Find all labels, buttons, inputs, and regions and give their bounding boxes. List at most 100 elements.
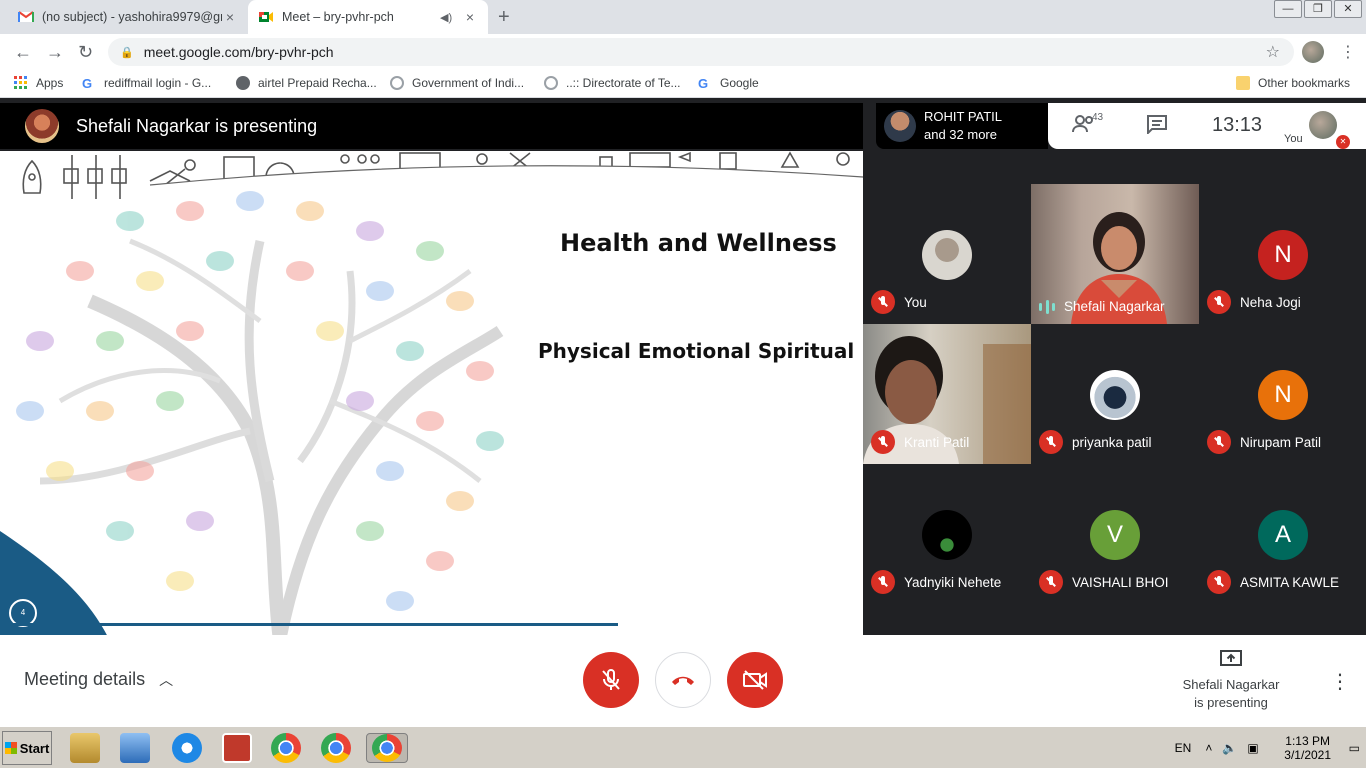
people-count: 43 — [1092, 112, 1104, 123]
chrome-icon[interactable] — [321, 733, 351, 763]
gmail-icon — [18, 11, 34, 22]
taskbar-clock[interactable]: 1:13 PM 3/1/2021 — [1273, 734, 1343, 762]
bookmark-rediffmail[interactable]: G rediffmail login - G... — [82, 76, 211, 91]
participant-avatar: V — [1090, 510, 1140, 560]
chrome-active-window[interactable] — [366, 733, 408, 763]
self-muted-icon: ✕ — [1336, 135, 1350, 149]
forward-icon[interactable]: → — [46, 42, 64, 63]
leave-call-button[interactable] — [655, 652, 711, 708]
show-hidden-icons-icon[interactable]: ˄ — [1205, 741, 1212, 755]
participant-tile-shefali-nagarkar[interactable]: Shefali Nagarkar — [1031, 184, 1199, 324]
language-indicator[interactable]: EN — [1175, 741, 1192, 755]
minimize-icon[interactable]: — — [1274, 0, 1302, 18]
slide-subtitle: Physical Emotional Spiritual — [538, 339, 855, 363]
bookmark-star-icon[interactable]: ☆ — [1266, 42, 1280, 62]
top-right-panel: ROHIT PATIL and 32 more 43 13:13 You ✕ — [876, 103, 1366, 149]
system-tray: EN ˄ 🔈 ▣ 1:13 PM 3/1/2021 ▭ — [1175, 729, 1366, 767]
participant-tile-priyanka-patil[interactable]: priyanka patil — [1031, 324, 1199, 464]
bookmark-apps[interactable]: Apps — [14, 76, 63, 90]
participant-tile-asmita-kawle[interactable]: A ASMITA KAWLE — [1199, 464, 1366, 604]
pdf-viewer-icon[interactable] — [222, 733, 252, 763]
speaker-icon[interactable]: ◀) — [440, 11, 454, 24]
mic-muted-icon — [871, 290, 895, 314]
internet-explorer-icon[interactable] — [172, 733, 202, 763]
bookmark-label: Government of Indi... — [412, 76, 525, 90]
participant-tile-neha-jogi[interactable]: N Neha Jogi — [1199, 184, 1366, 324]
clock-date: 3/1/2021 — [1284, 748, 1332, 762]
mic-muted-icon — [1039, 570, 1063, 594]
participant-avatar: A — [1258, 510, 1308, 560]
participant-tile-yadnyiki-nehete[interactable]: Yadnyiki Nehete — [863, 464, 1031, 604]
bookmark-label: Other bookmarks — [1258, 76, 1351, 90]
presenting-name: Shefali Nagarkar — [1182, 677, 1280, 692]
browser-menu-icon[interactable]: ⋮ — [1340, 42, 1356, 62]
camera-toggle-button[interactable] — [727, 652, 783, 708]
microphone-toggle-button[interactable] — [583, 652, 639, 708]
bookmark-google[interactable]: G Google — [698, 76, 759, 91]
camera-off-icon — [743, 670, 767, 690]
more-options-icon[interactable]: ⋮ — [1330, 669, 1350, 694]
chrome-icon[interactable] — [271, 733, 301, 763]
mic-muted-icon — [1039, 430, 1063, 454]
participant-name: ROHIT PATIL — [924, 109, 1003, 124]
presenting-indicator[interactable]: Shefali Nagarkar is presenting — [1175, 649, 1287, 712]
windows-taskbar: Start EN ˄ 🔈 ▣ 1:13 PM 3/1/2021 ▭ — [0, 726, 1366, 768]
chat-icon[interactable] — [1146, 114, 1168, 139]
globe-icon — [236, 76, 250, 90]
slide-progress-fill — [0, 623, 618, 626]
participant-tile-vaishali-bhoi[interactable]: V VAISHALI BHOI — [1031, 464, 1199, 604]
mic-off-icon — [602, 669, 620, 690]
meeting-details-button[interactable]: Meeting details ︿ — [24, 669, 173, 690]
profile-avatar[interactable] — [1302, 41, 1324, 63]
hang-up-icon — [672, 676, 694, 685]
back-icon[interactable]: ← — [14, 42, 32, 63]
bookmark-label: airtel Prepaid Recha... — [258, 76, 377, 90]
presenter-banner: Shefali Nagarkar is presenting — [0, 103, 863, 149]
start-button[interactable]: Start — [2, 731, 52, 765]
participant-more: and 32 more — [924, 127, 997, 142]
google-icon: G — [82, 76, 93, 91]
close-tab-icon[interactable]: × — [222, 9, 238, 25]
google-icon: G — [698, 76, 709, 91]
participants-summary[interactable]: ROHIT PATIL and 32 more — [876, 103, 1048, 149]
meet-area: Shefali Nagarkar is presenting ROHIT PAT… — [0, 98, 1366, 724]
speaking-indicator-icon — [1039, 299, 1055, 314]
close-tab-icon[interactable]: × — [462, 9, 478, 25]
emblem-icon — [544, 76, 558, 90]
participant-tile-you[interactable]: You — [863, 184, 1031, 324]
bookmark-label: Apps — [36, 76, 64, 90]
bookmark-government[interactable]: Government of Indi... — [390, 76, 524, 90]
self-avatar[interactable] — [1309, 111, 1337, 139]
new-tab-button[interactable]: + — [498, 6, 510, 29]
file-explorer-icon[interactable] — [70, 733, 100, 763]
tab-gmail[interactable]: (no subject) - yashohira9979@gm × — [8, 0, 248, 34]
presenter-banner-text: Shefali Nagarkar is presenting — [76, 115, 318, 136]
participant-name: You — [904, 294, 927, 310]
address-bar[interactable]: 🔒 meet.google.com/bry-pvhr-pch ☆ — [108, 38, 1294, 66]
volume-muted-icon[interactable]: 🔈 — [1222, 741, 1237, 755]
close-window-icon[interactable]: ✕ — [1334, 0, 1362, 18]
present-screen-icon — [1175, 649, 1287, 674]
participant-tile-nirupam-patil[interactable]: N Nirupam Patil — [1199, 324, 1366, 464]
windows-logo-icon — [4, 742, 17, 754]
network-icon[interactable]: ▣ — [1247, 741, 1258, 755]
participant-tile-kranti-patil[interactable]: Kranti Patil — [863, 324, 1031, 464]
participant-avatar: N — [1258, 370, 1308, 420]
lock-icon[interactable]: 🔒 — [120, 46, 134, 59]
meet-icon — [259, 12, 273, 22]
other-bookmarks[interactable]: Other bookmarks — [1236, 76, 1350, 90]
participant-name: Kranti Patil — [904, 434, 970, 450]
participant-name: Neha Jogi — [1240, 294, 1301, 310]
tab-title: (no subject) - yashohira9979@gm — [42, 10, 222, 24]
participant-avatar — [1090, 370, 1140, 420]
slide-progress-track — [0, 623, 618, 626]
media-player-icon[interactable] — [120, 733, 150, 763]
meeting-clock: 13:13 — [1212, 114, 1263, 136]
mic-muted-icon — [871, 570, 895, 594]
bookmark-airtel[interactable]: airtel Prepaid Recha... — [236, 76, 377, 90]
reload-icon[interactable]: ↻ — [78, 42, 93, 63]
action-center-icon[interactable]: ▭ — [1349, 741, 1360, 755]
restore-icon[interactable]: ❐ — [1304, 0, 1332, 18]
bookmark-directorate[interactable]: ..:: Directorate of Te... — [544, 76, 681, 90]
tab-meet[interactable]: Meet – bry-pvhr-pch ◀) × — [248, 0, 488, 34]
